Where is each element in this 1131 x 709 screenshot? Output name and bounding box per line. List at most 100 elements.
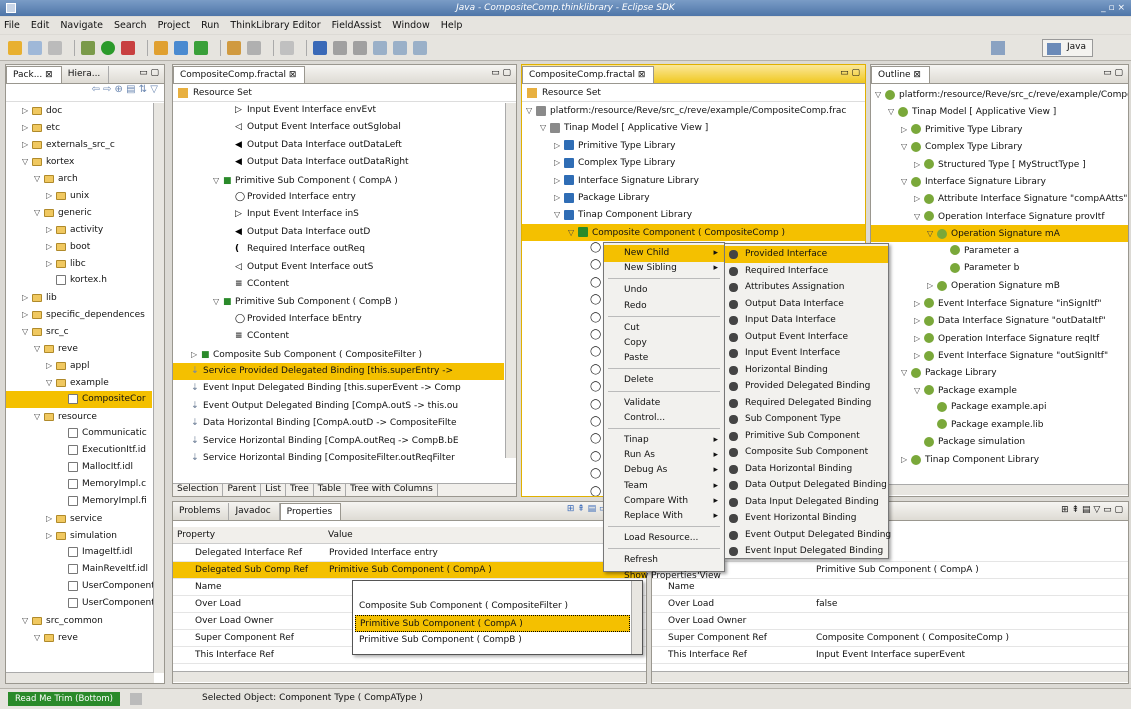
submenu-item[interactable]: Data Input Delegated Binding — [725, 494, 888, 511]
expand-toggle-icon[interactable]: ▷ — [901, 451, 911, 468]
tab-outline[interactable]: Outline ⊠ — [871, 66, 930, 83]
fractal-tree-item[interactable]: ◁ Output Event Interface outSglobal — [173, 119, 504, 136]
outline-tree-item[interactable]: ▷ Attribute Interface Signature "compAAtt… — [871, 190, 1128, 207]
new-java-icon[interactable] — [194, 40, 208, 55]
expand-toggle-icon[interactable]: ▷ — [927, 277, 937, 294]
submenu-item[interactable]: Output Event Interface — [725, 329, 888, 346]
pkg-tree-item[interactable]: MemoryImpl.fi — [6, 493, 152, 510]
pkg-tree-item[interactable]: ▷ service — [6, 510, 152, 527]
context-menu-item[interactable]: Delete — [604, 372, 724, 389]
fast-view-icon[interactable] — [130, 693, 142, 705]
expand-toggle-icon[interactable]: ▷ — [191, 346, 201, 363]
tab-compositecomp-fractal-1[interactable]: CompositeComp.fractal ⊠ — [173, 66, 306, 83]
annotation-icon[interactable] — [280, 40, 294, 55]
expand-toggle-icon[interactable]: ▽ — [526, 102, 536, 119]
menu-thinklibrary-editor[interactable]: ThinkLibrary Editor — [230, 20, 320, 31]
expand-toggle-icon[interactable]: ▽ — [46, 374, 56, 391]
menu-project[interactable]: Project — [158, 20, 191, 31]
menu-file[interactable]: File — [4, 20, 20, 31]
expand-toggle-icon[interactable]: ▷ — [46, 527, 56, 544]
expand-toggle-icon[interactable]: ▷ — [22, 119, 32, 136]
outline-tree-item[interactable]: ▽ Operation Signature mA — [871, 225, 1128, 243]
properties-hscrollbar[interactable] — [173, 671, 646, 682]
property-value[interactable]: Input Event Interface superEvent — [812, 647, 1128, 664]
expand-toggle-icon[interactable]: ▷ — [22, 306, 32, 323]
submenu-item[interactable]: Required Interface — [725, 263, 888, 280]
expand-toggle-icon[interactable]: ▽ — [568, 224, 578, 241]
submenu-item[interactable]: Data Horizontal Binding — [725, 461, 888, 478]
outline-tree-item[interactable]: ▽ Complex Type Library — [871, 138, 1128, 155]
expand-toggle-icon[interactable]: ▽ — [213, 172, 223, 189]
pkg-tree-item[interactable]: UserComponentI — [6, 578, 157, 595]
perspective-java[interactable]: Java — [1041, 39, 1093, 57]
pkg-tree-item[interactable]: ▷ boot — [6, 238, 152, 255]
open-perspective-icon[interactable] — [991, 41, 1005, 55]
editor-page-tab[interactable]: Tree with Columns — [346, 484, 438, 496]
tab-problems[interactable]: Problems — [173, 503, 230, 520]
context-menu-item[interactable]: Show Properties View — [604, 568, 724, 585]
expand-toggle-icon[interactable]: ▷ — [46, 510, 56, 527]
editor-page-tab[interactable]: Parent — [223, 484, 262, 496]
expand-toggle-icon[interactable]: ▽ — [34, 408, 44, 425]
pkg-tree-item[interactable]: ▽ generic — [6, 204, 152, 221]
submenu-item[interactable]: Attributes Assignation — [725, 279, 888, 296]
pkg-tree-item[interactable]: ▽ resource — [6, 408, 152, 425]
expand-toggle-icon[interactable]: ▽ — [914, 208, 924, 225]
outline-tree-item[interactable]: Package example.lib — [871, 417, 1128, 434]
submenu-item[interactable]: Primitive Sub Component — [725, 428, 888, 445]
outline-tree-item[interactable]: ▽ Package Library — [871, 364, 1128, 381]
fractal-tree-item[interactable]: ◀ Output Data Interface outDataLeft — [173, 137, 504, 154]
expand-toggle-icon[interactable]: ▷ — [46, 221, 56, 238]
submenu-item[interactable]: Input Event Interface — [725, 345, 888, 362]
expand-toggle-icon[interactable]: ▽ — [901, 173, 911, 190]
fractal2-tree-item[interactable]: ▽ Composite Component ( CompositeComp ) — [522, 223, 865, 241]
property-value[interactable]: Composite Component ( CompositeComp ) — [812, 630, 1128, 647]
fractal2-tree-item[interactable]: ▽ platform:/resource/Reve/src_c/reve/exam… — [522, 102, 865, 119]
debug-icon[interactable] — [81, 40, 95, 55]
expand-toggle-icon[interactable]: ▷ — [46, 255, 56, 272]
expand-toggle-icon[interactable]: ▷ — [554, 154, 564, 171]
outline-tree-item[interactable]: Package example.api — [871, 399, 1128, 416]
new-package-icon[interactable] — [154, 40, 168, 55]
sub-component-dropdown[interactable]: Composite Sub Component ( CompositeFilte… — [352, 580, 643, 655]
outline-tree-item[interactable]: Parameter a — [871, 243, 1128, 260]
expand-toggle-icon[interactable]: ▷ — [901, 121, 911, 138]
tab-javadoc[interactable]: Javadoc — [229, 503, 280, 520]
editor-page-tab[interactable]: List — [261, 484, 287, 496]
expand-toggle-icon[interactable]: ▽ — [22, 323, 32, 340]
pkg-tree-item[interactable]: UserComponentI — [6, 595, 157, 612]
outline-tree-item[interactable]: ▷ Event Interface Signature "outSignItf" — [871, 347, 1128, 364]
fractal2-tree-item[interactable]: ▷ Primitive Type Library — [522, 137, 865, 154]
dropdown-scrollbar[interactable] — [631, 581, 642, 654]
dropdown-option[interactable]: Primitive Sub Component ( CompB ) — [355, 632, 630, 649]
pkg-tree-item[interactable]: ▽ src_common — [6, 612, 152, 629]
fractal-tree-item[interactable]: ◯ Provided Interface entry — [173, 189, 504, 206]
pkg-tree-item[interactable]: ▷ externals_src_c — [6, 136, 152, 153]
context-menu-item[interactable]: Load Resource... — [604, 530, 724, 547]
context-menu-item[interactable]: Replace With ▸ — [604, 508, 724, 525]
outline-tree-item[interactable]: ▽ Package example — [871, 382, 1128, 399]
pkg-tree-item[interactable]: MainReveItf.idl — [6, 561, 152, 578]
menu-run[interactable]: Run — [201, 20, 219, 31]
fractal-tree-item[interactable]: ≡ CContent — [173, 328, 504, 345]
pkg-tree-item[interactable]: ▷ appl — [6, 357, 152, 374]
expand-toggle-icon[interactable]: ▽ — [901, 138, 911, 155]
fractal-tree-item[interactable]: ≡ CContent — [173, 276, 504, 293]
expand-toggle-icon[interactable]: ▷ — [22, 136, 32, 153]
fractal-tree-item[interactable]: ▷ Input Event Interface envEvt — [173, 102, 504, 119]
outline-tree-item[interactable]: ▽ Operation Interface Signature provItf — [871, 208, 1128, 225]
outline-tree-item[interactable]: ▽ platform:/resource/Reve/src_c/reve/exam… — [871, 86, 1128, 103]
editor-page-tab[interactable]: Table — [314, 484, 347, 496]
outline-tree-item[interactable]: ▷ Tinap Component Library — [871, 451, 1128, 468]
editor2-controls[interactable]: ▭ ▢ — [840, 68, 860, 78]
expand-toggle-icon[interactable]: ▽ — [34, 629, 44, 646]
new-icon[interactable] — [8, 40, 22, 55]
submenu-item[interactable]: Event Input Delegated Binding — [725, 543, 888, 560]
submenu-item[interactable]: Horizontal Binding — [725, 362, 888, 379]
pkg-tree-item[interactable]: ▽ example — [6, 374, 152, 391]
external-tools-icon[interactable] — [121, 40, 135, 55]
outline-tree-item[interactable]: ▷ Operation Signature mB — [871, 277, 1128, 294]
expand-toggle-icon[interactable]: ▽ — [901, 364, 911, 381]
context-menu-item[interactable]: Paste — [604, 350, 724, 367]
fractal-tree-item[interactable]: ◀ Output Data Interface outD — [173, 224, 504, 241]
